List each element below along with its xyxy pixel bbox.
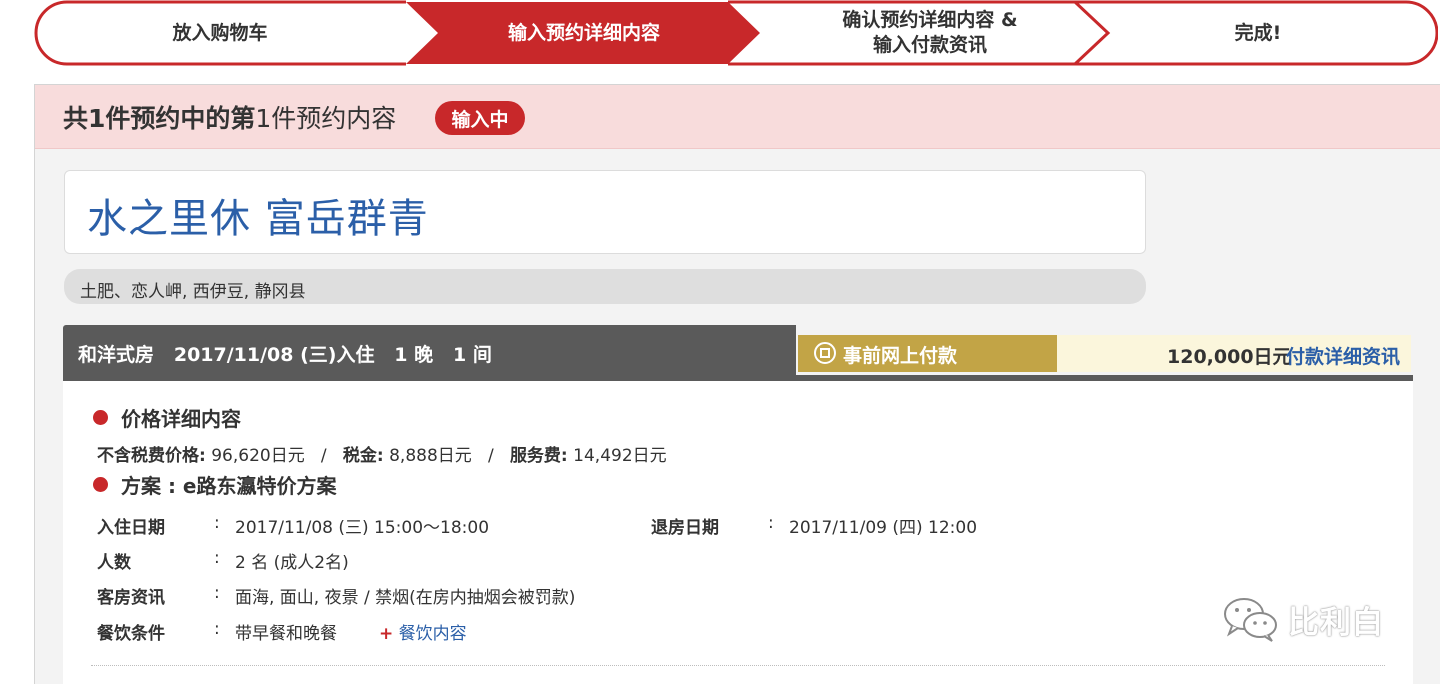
booking-details: 价格详细内容 不含税费价格: 96,620日元 / 税金: 8,888日元 / …	[63, 381, 1413, 691]
room-info-value: 面海, 面山, 夜景 / 禁烟(在房内抽烟会被罚款)	[235, 588, 576, 608]
bullet-icon	[93, 410, 108, 425]
plan-title: 方案 : e路东瀛特价方案	[121, 474, 337, 498]
page-title: 共1件预约中的第1件预约内容	[63, 99, 396, 135]
payment-method-box: 事前网上付款	[798, 335, 1057, 372]
plus-icon: +	[379, 624, 394, 644]
online-payment-icon	[814, 342, 836, 364]
watermark: 比利白	[1222, 596, 1384, 642]
payment-details-link[interactable]: 付款详细资讯	[1286, 342, 1400, 369]
price-box: 120,000日元 付款详细资讯	[1057, 335, 1411, 372]
meal-details-link[interactable]: + 餐饮内容	[379, 619, 467, 644]
step-2-label: 输入预约详细内容	[507, 21, 660, 44]
address-bar: 土肥、恋人岬, 西伊豆, 静冈县	[64, 269, 1146, 304]
step-3-line-1: 确认预约详细内容 &	[842, 9, 1018, 31]
total-price: 120,000日元	[1167, 346, 1292, 368]
meal-label: 餐饮条件	[97, 624, 165, 644]
bullet-icon	[93, 477, 108, 492]
step-1-label: 放入购物车	[172, 21, 268, 44]
guests-label: 人数	[97, 553, 131, 573]
hotel-name-box: 水之里休 富岳群青	[64, 170, 1146, 254]
status-badge: 输入中	[435, 101, 525, 135]
checkout-value: 2017/11/09 (四) 12:00	[789, 518, 978, 538]
colon: :	[214, 513, 220, 533]
wechat-icon	[1224, 598, 1277, 642]
checkin-value: 2017/11/08 (三) 15:00～18:00	[235, 518, 490, 538]
page-title-rest: 1件预约内容	[255, 104, 397, 133]
meal-value: 带早餐和晚餐	[235, 624, 337, 644]
separator: /	[487, 446, 494, 466]
pre-tax-label: 不含税费价格:	[97, 446, 206, 466]
tax-value: 8,888日元	[389, 446, 472, 466]
room-info-label: 客房资讯	[97, 588, 165, 608]
step-4-label: 完成!	[1234, 21, 1282, 44]
separator: /	[320, 446, 327, 466]
guests-value: 2 名 (成人2名)	[235, 553, 349, 573]
colon: :	[214, 619, 220, 639]
service-fee-label: 服务费:	[509, 446, 568, 466]
watermark-text: 比利白	[1288, 604, 1384, 641]
colon: :	[768, 513, 774, 533]
room-summary-bar: 和洋式房 2017/11/08 (三)入住 1 晚 1 间	[63, 325, 796, 381]
page-title-bold: 共1件预约中的第	[63, 104, 256, 133]
divider	[91, 665, 1385, 666]
colon: :	[214, 583, 220, 603]
panel-header: 共1件预约中的第1件预约内容 输入中	[35, 85, 1440, 149]
tax-label: 税金:	[342, 446, 384, 466]
price-breakdown: 不含税费价格: 96,620日元 / 税金: 8,888日元 / 服务费: 14…	[97, 441, 667, 466]
checkin-label: 入住日期	[97, 518, 165, 538]
step-3-line-2: 输入付款资讯	[872, 34, 987, 56]
reservation-panel: 共1件预约中的第1件预约内容 输入中 水之里休 富岳群青 土肥、恋人岬, 西伊豆…	[34, 84, 1440, 691]
hotel-address: 土肥、恋人岬, 西伊豆, 静冈县	[80, 282, 306, 302]
room-summary: 和洋式房 2017/11/08 (三)入住 1 晚 1 间	[78, 344, 492, 366]
service-fee-value: 14,492日元	[573, 446, 667, 466]
price-details-title: 价格详细内容	[121, 407, 241, 431]
payment-method: 事前网上付款	[843, 345, 958, 367]
hotel-name: 水之里休 富岳群青	[87, 196, 429, 242]
meal-details-link-text: 餐饮内容	[398, 624, 467, 644]
pre-tax-value: 96,620日元	[211, 446, 305, 466]
step-3-label: 确认预约详细内容 & 输入付款资讯	[760, 0, 1100, 66]
colon: :	[214, 548, 220, 568]
booking-steps: 放入购物车 输入预约详细内容 确认预约详细内容 & 输入付款资讯 完成!	[34, 0, 1438, 66]
checkout-label: 退房日期	[651, 518, 719, 538]
